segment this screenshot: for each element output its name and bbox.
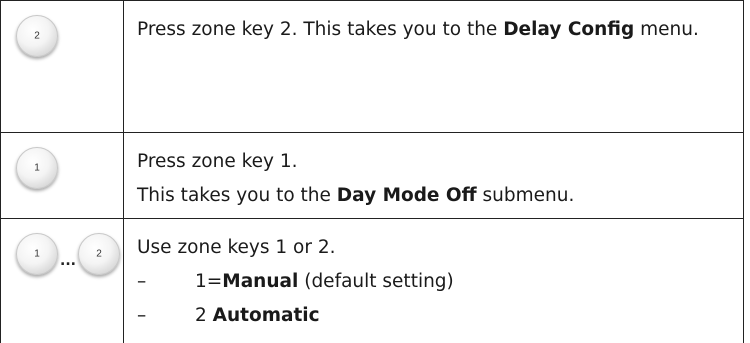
- key-cell: 2: [0, 0, 124, 133]
- submenu-name: Day Mode Off: [336, 185, 477, 206]
- key-cell: 1: [0, 132, 124, 219]
- zone-key-2-icon: 2: [16, 15, 58, 57]
- step-row: 1 Press zone key 1. This takes you to th…: [0, 132, 744, 219]
- step-text: Press zone key 1. This takes you to the …: [123, 132, 744, 219]
- menu-name: Delay Config: [503, 19, 635, 40]
- range-ellipsis: ...: [60, 253, 76, 269]
- zone-key-1-icon: 1: [16, 233, 58, 275]
- step-text: Use zone keys 1 or 2. –1=Manual (default…: [123, 218, 744, 343]
- key-cell: 1 ... 2: [0, 218, 124, 343]
- option-item: –1=Manual (default setting): [137, 271, 454, 292]
- zone-key-2-icon: 2: [77, 233, 120, 275]
- step-text: Press zone key 2. This takes you to the …: [123, 0, 744, 133]
- instruction-table: 2 Press zone key 2. This takes you to th…: [0, 0, 744, 343]
- zone-key-1-icon: 1: [16, 147, 58, 189]
- step-row: 1 ... 2 Use zone keys 1 or 2. –1=Manual …: [0, 218, 744, 343]
- option-item: –2 Automatic: [137, 305, 320, 326]
- step-row: 2 Press zone key 2. This takes you to th…: [0, 0, 744, 133]
